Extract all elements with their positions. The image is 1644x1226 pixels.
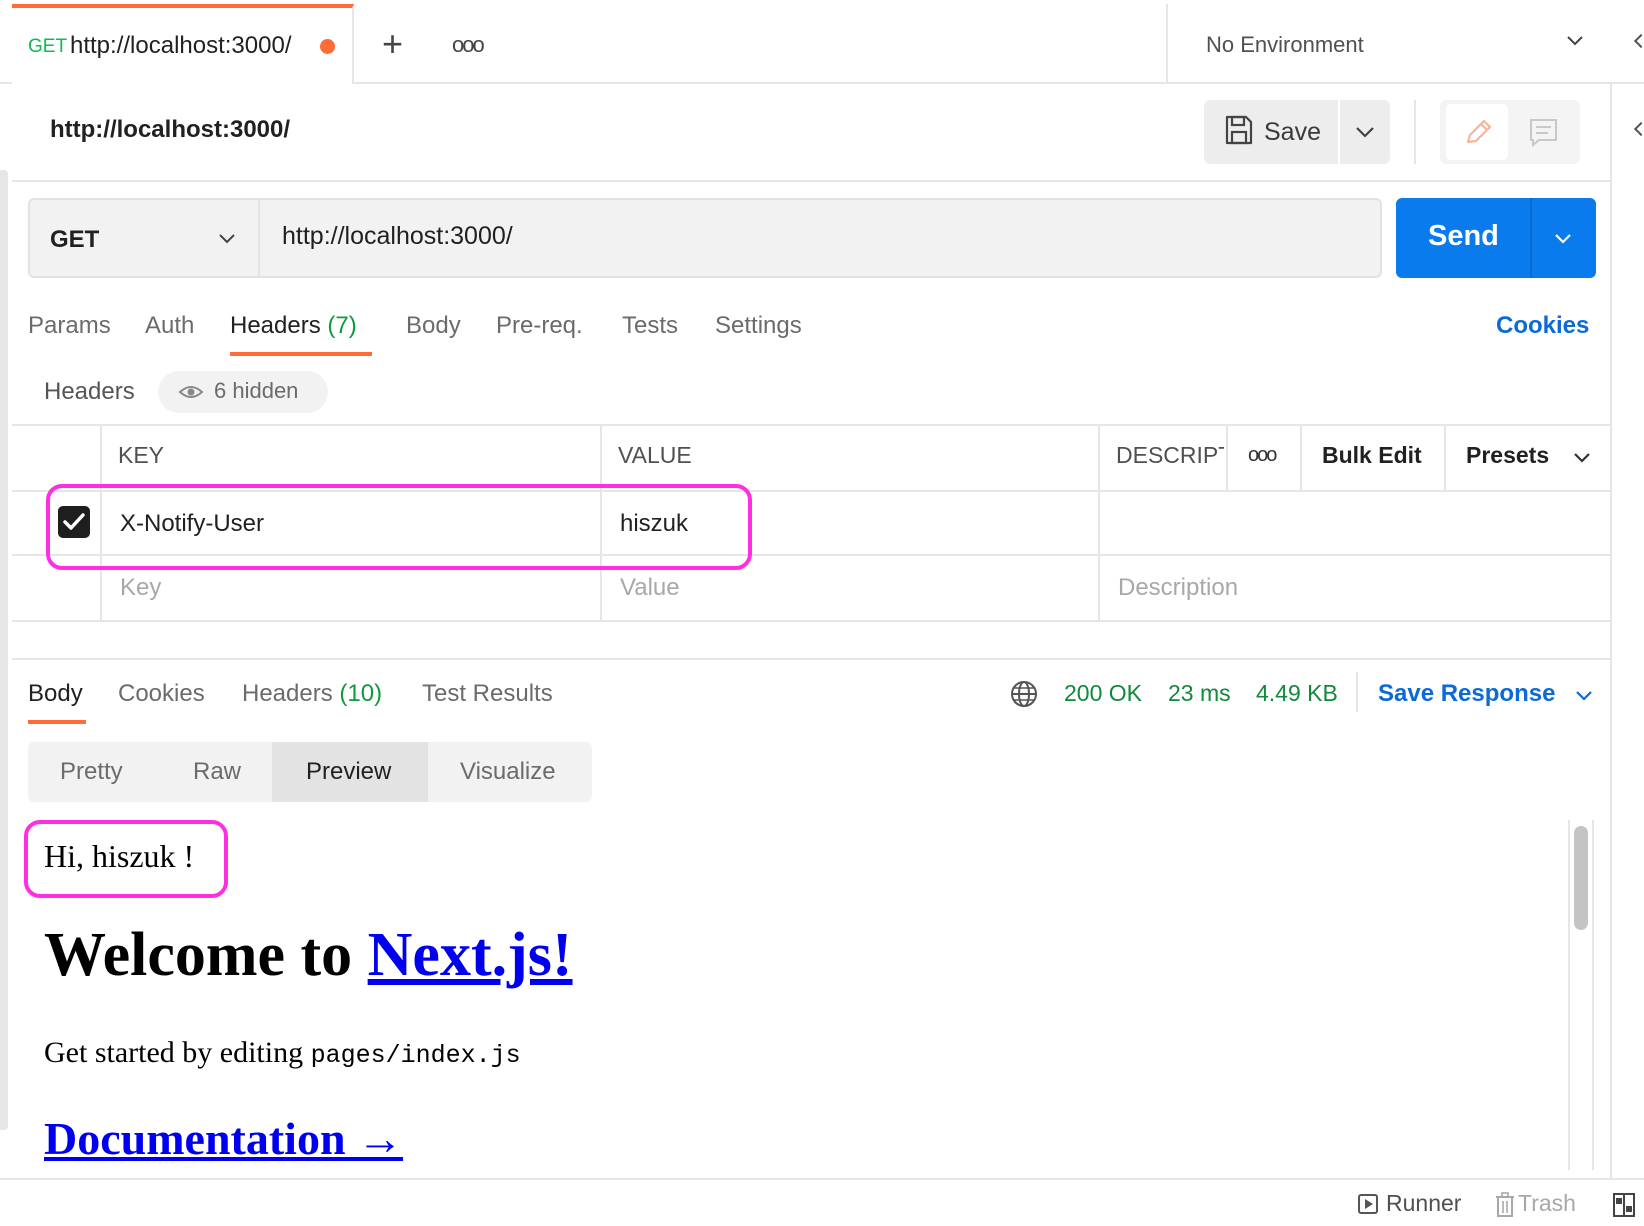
method-label: GET — [50, 226, 100, 253]
chevron-down-icon — [1356, 127, 1374, 138]
tab-params[interactable]: Params — [28, 312, 111, 340]
save-button-label: Save — [1264, 118, 1321, 146]
response-tab-headers-count: (10) — [339, 680, 383, 707]
response-tab-headers-label: Headers — [242, 680, 333, 707]
preview-instructions-text: Get started by editing — [44, 1036, 311, 1069]
active-tab-indicator — [28, 720, 86, 724]
chevron-down-icon — [1567, 36, 1583, 46]
environment-label: No Environment — [1206, 32, 1364, 57]
chevron-down-icon — [219, 234, 235, 244]
toolbar-separator — [1414, 100, 1416, 164]
more-icon[interactable]: ooo — [1248, 444, 1277, 467]
comment-icon — [1530, 119, 1557, 148]
tab-method-label: GET — [28, 36, 68, 57]
column-header-value: VALUE — [618, 442, 692, 468]
runner-button[interactable]: Runner — [1386, 1190, 1461, 1217]
response-tab-headers[interactable]: Headers (10) — [242, 680, 382, 708]
table-col-border — [1444, 424, 1446, 490]
table-border-top — [12, 424, 1610, 426]
active-tab-indicator — [230, 352, 372, 356]
chevron-down-icon — [1574, 453, 1590, 463]
tab-tests[interactable]: Tests — [622, 312, 678, 340]
response-divider — [12, 658, 1610, 660]
view-mode-preview[interactable]: Preview — [306, 742, 391, 802]
save-response-button[interactable]: Save Response — [1378, 680, 1555, 708]
table-border-bottom — [12, 620, 1610, 622]
tab-settings[interactable]: Settings — [715, 312, 802, 340]
table-col-border — [1226, 424, 1228, 490]
presets-button[interactable]: Presets — [1466, 442, 1549, 469]
response-tab-test-results[interactable]: Test Results — [422, 680, 553, 708]
url-text[interactable]: http://localhost:3000/ — [282, 222, 513, 251]
layout-icon[interactable] — [1612, 1192, 1636, 1218]
new-value-input[interactable]: Value — [620, 574, 680, 602]
status-code[interactable]: 200 OK — [1064, 680, 1142, 707]
cookies-link[interactable]: Cookies — [1496, 312, 1589, 340]
unsaved-dot-icon — [320, 39, 335, 54]
chevron-down-icon — [1576, 691, 1592, 701]
new-description-input[interactable]: Description — [1118, 574, 1238, 602]
view-mode-raw[interactable]: Raw — [193, 742, 241, 802]
right-divider — [1610, 84, 1612, 1180]
preview-heading-text: Welcome to — [44, 921, 368, 989]
edit-button[interactable] — [1446, 104, 1508, 160]
hidden-headers-label: 6 hidden — [214, 378, 299, 403]
comments-button[interactable] — [1512, 104, 1574, 160]
new-key-input[interactable]: Key — [120, 574, 161, 602]
preview-heading: Welcome to Next.js! — [44, 920, 573, 991]
tab-prereq[interactable]: Pre-req. — [496, 312, 583, 340]
save-icon — [1225, 115, 1253, 145]
preview-instructions: Get started by editing pages/index.js — [44, 1036, 521, 1070]
annotation-highlight — [46, 484, 752, 570]
annotation-highlight — [24, 820, 228, 898]
bulk-edit-button[interactable]: Bulk Edit — [1322, 442, 1422, 469]
tab-headers[interactable]: Headers (7) — [230, 312, 357, 340]
status-separator — [1356, 672, 1358, 712]
chevron-down-icon — [1555, 234, 1571, 244]
trash-icon[interactable] — [1494, 1192, 1516, 1218]
preview-scrollbar-thumb[interactable] — [1574, 826, 1588, 930]
nextjs-link[interactable]: Next.js! — [368, 921, 573, 989]
tab-headers-label: Headers — [230, 312, 321, 339]
response-size[interactable]: 4.49 KB — [1256, 680, 1338, 707]
tab-url-label: http://localhost:3000/ — [70, 32, 292, 59]
preview-code: pages/index.js — [310, 1041, 521, 1070]
view-mode-pretty[interactable]: Pretty — [60, 742, 123, 802]
tab-body[interactable]: Body — [406, 312, 461, 340]
tab-headers-count: (7) — [327, 312, 357, 339]
trash-button[interactable]: Trash — [1518, 1190, 1576, 1217]
tab-auth[interactable]: Auth — [145, 312, 194, 340]
left-scroll-edge — [0, 170, 8, 1130]
more-icon[interactable]: ooo — [452, 32, 485, 58]
table-col-border — [1098, 424, 1100, 622]
pencil-icon — [1466, 119, 1492, 144]
play-icon — [1365, 1199, 1373, 1209]
save-dropdown-button[interactable] — [1340, 100, 1390, 164]
view-mode-visualize[interactable]: Visualize — [460, 742, 556, 802]
request-title: http://localhost:3000/ — [50, 116, 291, 143]
response-tab-cookies[interactable]: Cookies — [118, 680, 205, 708]
column-header-key: KEY — [118, 442, 165, 468]
table-col-border — [1300, 424, 1302, 490]
plus-icon[interactable]: + — [382, 26, 403, 62]
response-tab-body[interactable]: Body — [28, 680, 83, 708]
send-button-label: Send — [1428, 220, 1499, 252]
chevron-left-icon[interactable] — [1633, 121, 1644, 137]
response-time[interactable]: 23 ms — [1168, 680, 1231, 707]
headers-section-title: Headers — [44, 378, 135, 405]
column-header-description: DESCRIPT — [1116, 442, 1224, 468]
eye-icon — [178, 386, 204, 398]
documentation-link[interactable]: Documentation → — [44, 1112, 403, 1165]
globe-icon[interactable] — [1008, 678, 1040, 710]
divider — [12, 180, 1610, 182]
